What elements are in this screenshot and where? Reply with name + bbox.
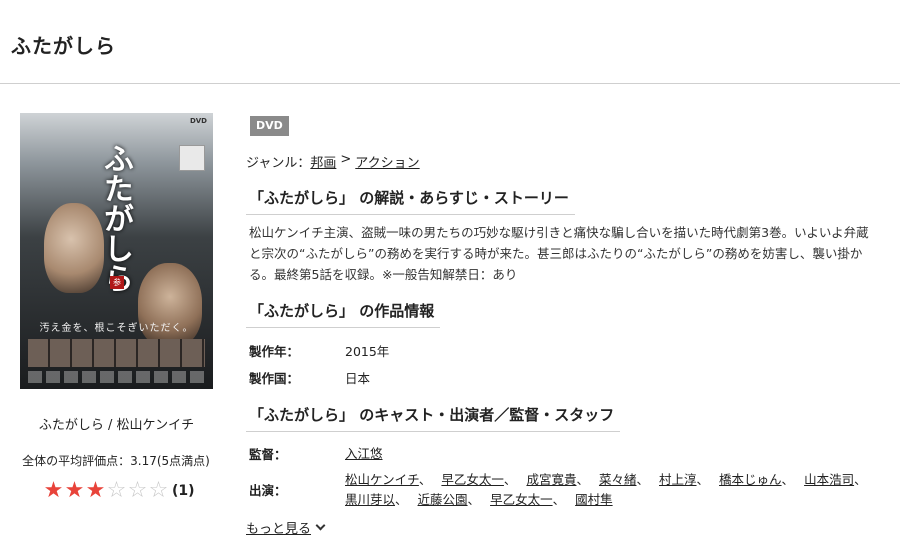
genre-link-japanese-film[interactable]: 邦画 [310, 152, 336, 171]
chevron-down-icon [315, 520, 326, 531]
dvd-cover-image[interactable]: DVD ふたがしら 参 汚え金を、根こそぎいただく。 [20, 113, 213, 389]
genre-breadcrumb: ジャンル： 邦画 > アクション [246, 152, 420, 171]
genre-link-action[interactable]: アクション [355, 152, 419, 171]
breadcrumb-separator: > [340, 152, 352, 167]
director-label: 監督： [249, 447, 287, 462]
cast-separator: 、 [503, 472, 517, 487]
title-artist-caption: ふたがしら / 松山ケンイチ [38, 418, 195, 433]
genre-label: ジャンル： [246, 156, 311, 171]
review-count-link[interactable]: (1) [172, 483, 195, 499]
cast-separator: 、 [467, 492, 481, 507]
cast-member-link[interactable]: 成宮寛貴 [526, 472, 576, 487]
rental-badge [179, 145, 205, 171]
cast-member-link[interactable]: 早乙女太一 [490, 492, 553, 507]
cast-member-link[interactable]: 近藤公園 [418, 492, 468, 507]
cast-separator: 、 [696, 472, 710, 487]
poster-credits [28, 371, 205, 383]
director-row: 監督： 入江悠 [249, 444, 880, 464]
average-rating-text: 全体の平均評価点：3.17(5点満点) [22, 454, 210, 468]
country-label: 製作国： [249, 371, 300, 386]
story-section-title: 「ふたがしら」 の解説・あらすじ・ストーリー [246, 187, 575, 215]
info-row-country: 製作国： 日本 [249, 368, 389, 387]
cast-list: 松山ケンイチ、 早乙女太一、 成宮寛貴、 菜々緒、 村上淳、 橋本じゅん、 山本浩司、黒川芽… [345, 470, 880, 510]
page-title: ふたがしら [11, 34, 116, 58]
cast-row: 出演： 松山ケンイチ、 早乙女太一、 成宮寛貴、 菜々緒、 村上淳、 橋本じゅん、 山本浩司… [249, 470, 880, 510]
cast-member-link[interactable]: 橋本じゅん [719, 472, 782, 487]
show-more-label: もっと見る [246, 522, 312, 537]
info-table: 製作年： 2015年 製作国： 日本 [249, 341, 389, 387]
cast-member-link[interactable]: 菜々緒 [599, 472, 637, 487]
cast-separator: 、 [418, 472, 432, 487]
cast-member-link[interactable]: 松山ケンイチ [345, 472, 419, 487]
media-type-badge: DVD [250, 116, 289, 136]
cast-separator: 、 [395, 492, 408, 507]
info-section-title: 「ふたがしら」 の作品情報 [246, 300, 441, 328]
poster-title: ふたがしら [98, 143, 133, 293]
dvd-logo: DVD [189, 117, 207, 125]
actor-portrait-right [138, 263, 202, 347]
volume-badge: 参 [110, 276, 124, 289]
cast-separator: 、 [781, 472, 795, 487]
page-header: ふたがしら [0, 0, 900, 84]
actor-portrait-left [44, 203, 104, 293]
cast-separator: 、 [636, 472, 649, 487]
cast-member-link[interactable]: 山本浩司 [804, 472, 854, 487]
cast-member-link[interactable]: 早乙女太一 [441, 472, 504, 487]
cast-separator: 、 [576, 472, 589, 487]
cast-separator: 、 [854, 472, 867, 487]
country-value: 日本 [345, 371, 371, 386]
cast-member-link[interactable]: 村上淳 [659, 472, 697, 487]
star-empty-icon: ☆ [148, 478, 169, 503]
year-label: 製作年： [249, 344, 300, 359]
info-row-year: 製作年： 2015年 [249, 341, 389, 368]
cast-member-link[interactable]: 國村隼 [575, 492, 613, 507]
star-filled-icon: ★ [64, 478, 85, 503]
cast-separator: 、 [552, 492, 566, 507]
cast-section-title: 「ふたがしら」 のキャスト・出演者／監督・スタッフ [246, 404, 621, 432]
show-more-link[interactable]: もっと見る [246, 518, 326, 537]
star-empty-icon: ☆ [127, 478, 148, 503]
poster-cast-strip [28, 339, 205, 367]
star-empty-icon: ☆ [106, 478, 127, 503]
star-filled-icon: ★ [85, 478, 106, 503]
story-text: 松山ケンイチ主演、盗賊一味の男たちの巧妙な駆け引きと痛快な騙し合いを描いた時代劇… [249, 225, 869, 282]
rating-stars: ★ ★ ★ ☆ ☆ ☆ [43, 479, 169, 503]
cast-member-link[interactable]: 黒川芽以 [345, 492, 395, 507]
director-link[interactable]: 入江悠 [345, 446, 383, 461]
year-value: 2015年 [345, 344, 390, 359]
cast-label: 出演： [249, 483, 287, 498]
star-filled-icon: ★ [43, 478, 64, 503]
poster-tagline: 汚え金を、根こそぎいただく。 [39, 323, 194, 334]
